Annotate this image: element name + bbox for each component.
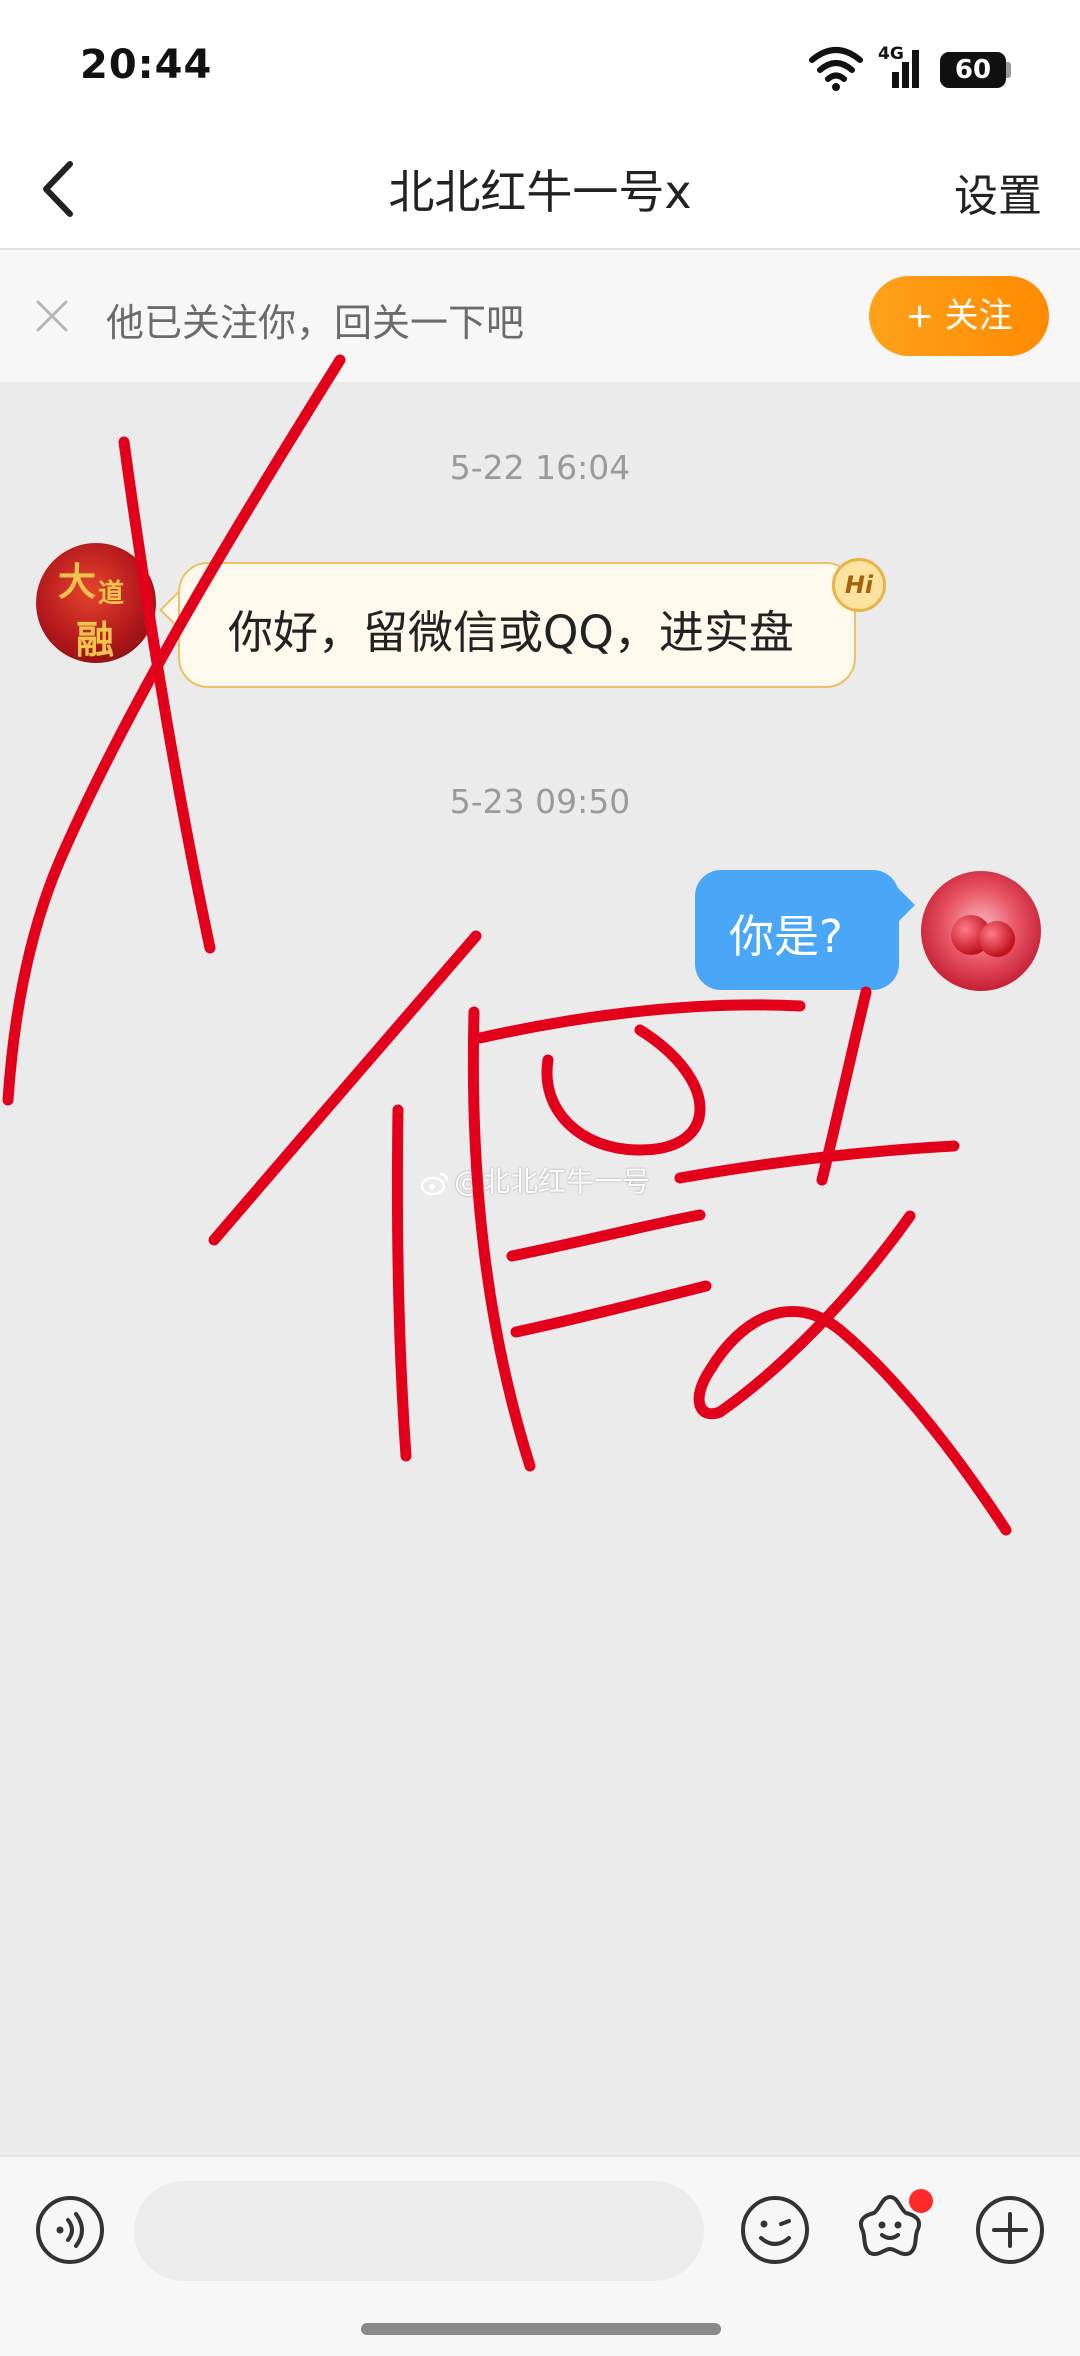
plus-icon[interactable]	[974, 2194, 1046, 2266]
follow-banner: 他已关注你，回关一下吧 + 关注	[0, 250, 1080, 382]
voice-icon[interactable]	[34, 2194, 106, 2266]
avatar-glyph: 融	[76, 617, 115, 662]
nav-bar: 北北红牛一号x 设置	[0, 130, 1080, 250]
hi-badge: Hi	[832, 558, 886, 612]
contact-avatar[interactable]: 大 道 融	[36, 543, 156, 663]
page-title: 北北红牛一号x	[388, 165, 692, 219]
wifi-icon	[809, 47, 863, 91]
battery-cap	[1006, 62, 1011, 78]
cherry-shape	[979, 921, 1015, 957]
message-input[interactable]	[134, 2181, 704, 2281]
home-indicator[interactable]	[361, 2323, 721, 2335]
battery-icon: 60	[940, 52, 1006, 88]
follow-back-hint: 他已关注你，回关一下吧	[106, 301, 525, 345]
watermark-text: @北北红牛一号	[454, 1165, 651, 1198]
status-time: 20:44	[80, 42, 213, 88]
notification-dot	[909, 2189, 933, 2213]
weibo-icon	[420, 1172, 449, 1196]
received-message-bubble[interactable]: 你好，留微信或QQ，进实盘	[178, 562, 856, 688]
sent-message-bubble[interactable]: 你是?	[695, 870, 899, 990]
avatar-glyph: 大	[58, 559, 97, 604]
settings-button[interactable]: 设置	[954, 160, 1042, 224]
close-icon[interactable]	[32, 296, 72, 336]
follow-button[interactable]: + 关注	[869, 276, 1049, 356]
weibo-watermark: @北北红牛一号	[420, 1160, 650, 1200]
message-text: 你好，留微信或QQ，进实盘	[228, 606, 794, 659]
status-bar: 20:44 4G 60	[0, 0, 1080, 130]
signal-icon	[892, 50, 919, 88]
message-text: 你是?	[729, 910, 843, 963]
chevron-left-icon[interactable]	[30, 152, 90, 226]
avatar-glyph: 道	[98, 579, 125, 609]
battery-level: 60	[954, 55, 992, 85]
my-avatar[interactable]	[921, 871, 1041, 991]
message-timestamp: 5-23 09:50	[449, 782, 631, 821]
message-timestamp: 5-22 16:04	[449, 448, 631, 487]
emoji-icon[interactable]	[739, 2194, 811, 2266]
input-bar	[0, 2155, 1080, 2356]
